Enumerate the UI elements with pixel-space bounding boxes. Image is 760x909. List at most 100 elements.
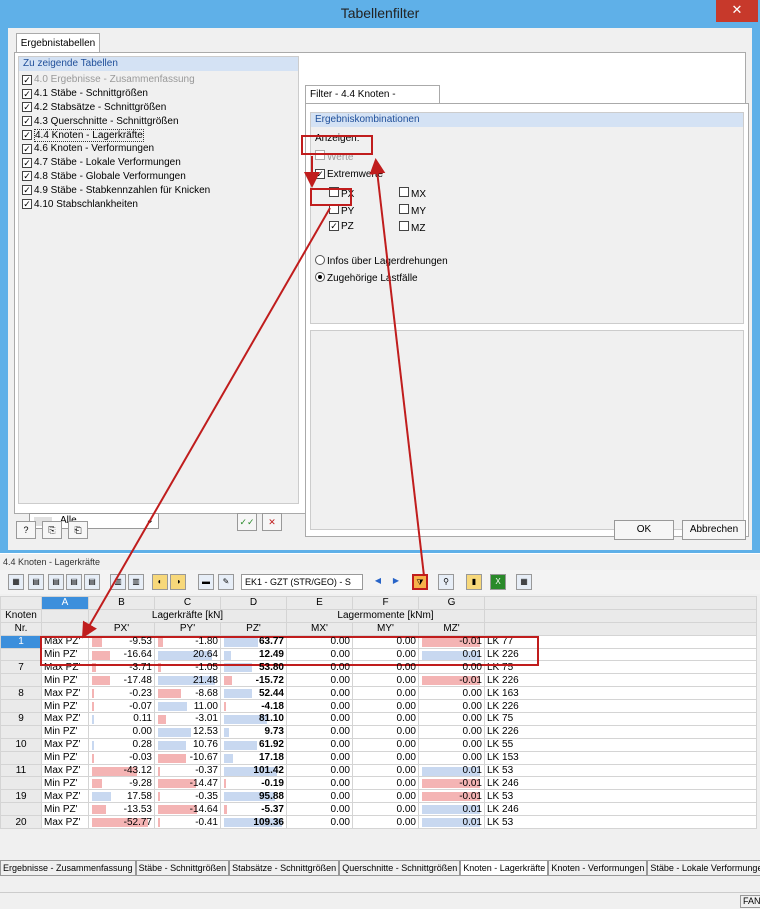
table-row[interactable]: 20 Max PZ' -52.77 -0.41 109.36 0.00 0.00 0.01 LK…	[0, 815, 757, 830]
checkbox-checked-icon[interactable]: ✓	[22, 116, 32, 127]
table-row[interactable]: Min PZ' -9.28 -14.47 -0.19 0.00 0.00 -0.01 LK 2…	[0, 776, 757, 791]
node-number[interactable]	[0, 699, 42, 714]
col-header-b[interactable]: B	[88, 596, 155, 610]
cell-py[interactable]: -0.35	[154, 789, 221, 804]
load-case[interactable]: LK 246	[484, 802, 757, 817]
table-list-item[interactable]: ✓ 4.1 Stäbe - Schnittgrößen	[22, 87, 298, 101]
table-list-item[interactable]: ✓ 4.3 Querschnitte - Schnittgrößen	[22, 114, 298, 128]
cell-pz[interactable]: -5.37	[220, 802, 287, 817]
node-number[interactable]	[0, 802, 42, 817]
checkbox-checked-icon[interactable]: ✓	[22, 143, 32, 154]
cell-mx[interactable]: 0.00	[286, 673, 353, 688]
cell-pz[interactable]: 52.44	[220, 686, 287, 701]
filter-toggle-icon[interactable]: ◐	[152, 574, 168, 590]
help-icon[interactable]: ?	[16, 521, 36, 539]
result-type[interactable]: Min PZ'	[41, 750, 89, 765]
cell-mx[interactable]: 0.00	[286, 763, 353, 778]
cell-my[interactable]: 0.00	[352, 750, 419, 765]
cell-my[interactable]: 0.00	[352, 763, 419, 778]
cell-px[interactable]: 17.58	[88, 789, 155, 804]
close-button[interactable]: ✕	[716, 0, 758, 22]
filter-icon[interactable]: ⧩	[412, 574, 428, 590]
table-row[interactable]: 9 Max PZ' 0.11 -3.01 81.10 0.00 0.00 0.00 LK 75	[0, 712, 757, 726]
load-case[interactable]: LK 53	[484, 763, 757, 778]
table-icon[interactable]: ▤	[66, 574, 82, 590]
paste-icon[interactable]: ⎗	[68, 521, 88, 539]
node-number[interactable]	[0, 776, 42, 791]
table-list-item[interactable]: ✓ 4.0 Ergebnisse - Zusammenfassung	[22, 73, 298, 87]
cell-py[interactable]: -8.68	[154, 686, 221, 701]
load-case[interactable]: LK 153	[484, 750, 757, 765]
load-case[interactable]: LK 55	[484, 737, 757, 752]
color-bars-icon[interactable]: ▮	[466, 574, 482, 590]
load-combination-select[interactable]: EK1 - GZT (STR/GEO) - S	[241, 574, 363, 590]
cell-my[interactable]: 0.00	[352, 789, 419, 804]
sheet-tab[interactable]: Ergebnisse - Zusammenfassung	[0, 861, 136, 876]
copy-icon[interactable]: ⎘	[42, 521, 62, 539]
table-icon[interactable]: ▤	[28, 574, 44, 590]
node-number[interactable]: 11	[0, 763, 42, 778]
print-icon[interactable]: ▥	[128, 574, 144, 590]
sheet-tab[interactable]: Stäbe - Lokale Verformunge	[647, 861, 760, 876]
cell-px[interactable]: -17.48	[88, 673, 155, 688]
cell-pz[interactable]: 109.36	[220, 815, 287, 830]
cell-mx[interactable]: 0.00	[286, 776, 353, 791]
cell-mx[interactable]: 0.00	[286, 750, 353, 765]
cell-pz[interactable]: -15.72	[220, 673, 287, 688]
node-number[interactable]	[0, 673, 42, 688]
sheet-tab[interactable]: Knoten - Verformungen	[548, 861, 648, 876]
cell-mz[interactable]: 0.00	[418, 724, 485, 739]
filter-toggle-icon[interactable]: ◑	[170, 574, 186, 590]
load-case[interactable]: LK 53	[484, 815, 757, 830]
cell-px[interactable]: -52.77	[88, 815, 155, 830]
search-icon[interactable]: ⚲	[438, 574, 454, 590]
col-header-c[interactable]: C	[154, 596, 221, 610]
cell-mz[interactable]: 0.01	[418, 763, 485, 778]
mz-checkbox[interactable]: MZ	[399, 221, 425, 234]
table-row[interactable]: Min PZ' 0.00 12.53 9.73 0.00 0.00 0.00 LK 226	[0, 724, 757, 739]
cell-mx[interactable]: 0.00	[286, 815, 353, 830]
checkbox-checked-icon[interactable]: ✓	[22, 74, 32, 85]
col-header-f[interactable]: F	[352, 596, 419, 610]
cell-my[interactable]: 0.00	[352, 737, 419, 752]
cell-my[interactable]: 0.00	[352, 815, 419, 830]
cell-pz[interactable]: -4.18	[220, 699, 287, 714]
nav-next-icon[interactable]: ▶	[388, 574, 404, 590]
result-type[interactable]: Max PZ'	[41, 763, 89, 778]
cell-px[interactable]: -0.03	[88, 750, 155, 765]
node-number[interactable]: 7	[0, 660, 42, 675]
node-number[interactable]: 1	[0, 634, 42, 649]
cell-px[interactable]: 0.11	[88, 712, 155, 726]
cell-py[interactable]: 11.00	[154, 699, 221, 714]
radio-zugehoerige-lastfaelle[interactable]: Zugehörige Lastfälle	[315, 272, 418, 284]
cell-mz[interactable]: 0.00	[418, 712, 485, 726]
edit-icon[interactable]: ✎	[218, 574, 234, 590]
nav-prev-icon[interactable]: ◀	[370, 574, 386, 590]
checkbox-checked-icon[interactable]: ✓	[22, 130, 32, 141]
cell-py[interactable]: -14.47	[154, 776, 221, 791]
load-case[interactable]: LK 75	[484, 712, 757, 726]
node-number[interactable]: 8	[0, 686, 42, 701]
col-header-d[interactable]: D	[220, 596, 287, 610]
table-list-item[interactable]: ✓ 4.4 Knoten - Lagerkräfte	[22, 128, 298, 142]
cell-my[interactable]: 0.00	[352, 802, 419, 817]
table-list-item[interactable]: ✓ 4.7 Stäbe - Lokale Verformungen	[22, 156, 298, 170]
table-list-item[interactable]: ✓ 4.9 Stäbe - Stabkennzahlen für Knicken	[22, 183, 298, 197]
load-case[interactable]: LK 163	[484, 686, 757, 701]
checkbox-checked-icon[interactable]: ✓	[22, 199, 32, 210]
node-number[interactable]: 19	[0, 789, 42, 804]
checkbox-checked-icon[interactable]: ✓	[22, 185, 32, 196]
node-number[interactable]: 20	[0, 815, 42, 830]
pz-checkbox[interactable]: ✓ PZ	[329, 221, 354, 232]
cell-mz[interactable]: 0.00	[418, 686, 485, 701]
cell-mz[interactable]: 0.00	[418, 737, 485, 752]
cell-pz[interactable]: 17.18	[220, 750, 287, 765]
cancel-button[interactable]: Abbrechen	[682, 520, 746, 540]
cell-pz[interactable]: 95.88	[220, 789, 287, 804]
col-header-a[interactable]: A	[41, 596, 89, 610]
node-number[interactable]: 10	[0, 737, 42, 752]
cell-px[interactable]: 0.28	[88, 737, 155, 752]
cell-my[interactable]: 0.00	[352, 776, 419, 791]
cell-py[interactable]: 21.48	[154, 673, 221, 688]
cell-my[interactable]: 0.00	[352, 686, 419, 701]
